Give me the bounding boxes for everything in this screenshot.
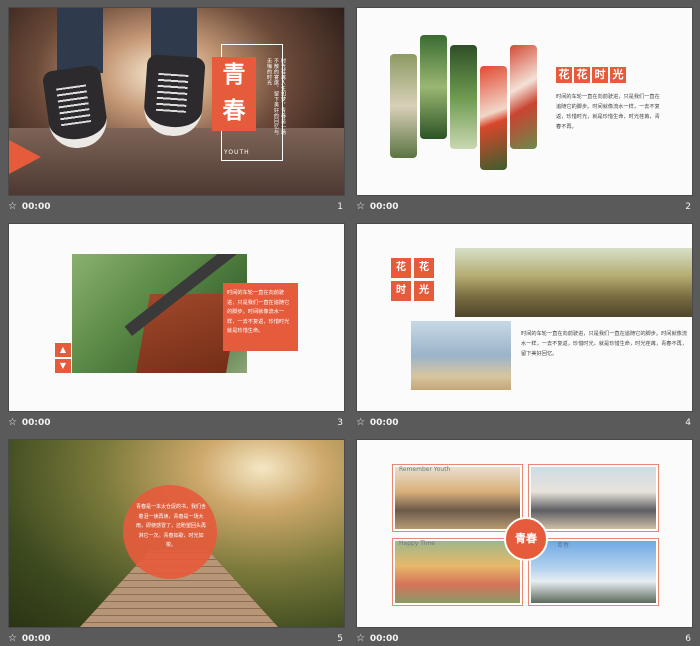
building-photo [72,254,247,373]
badge-char: 光 [610,67,626,83]
title-char-1: 青 [222,61,246,88]
slide-time: 00:00 [21,634,51,644]
star-icon: ☆ [356,417,365,428]
group-photo-3 [392,538,523,606]
slide-thumbnail-6[interactable]: Remember Youth Happy Time 青春 青春 [356,439,693,628]
slide-thumbnail-4[interactable]: 花 花 时 光 时间的车轮一直在向前驶进，只是我们一直在追随它的脚步。时间就像流… [356,223,693,412]
slide-meta-6: ☆ 00:00 6 [356,631,693,646]
slide-time: 00:00 [21,202,51,212]
slide-number: 3 [337,418,343,428]
vertical-caption: 时光荏苒人生如梦，青春是一场不散的宴席，留下美好的回忆与无悔的时光 [266,58,286,135]
slide-number: 2 [685,202,691,212]
badge-char: 光 [414,281,434,301]
caption-1: Remember Youth [399,466,451,473]
slide-number: 1 [337,202,343,212]
slide-meta-1: ☆ 00:00 1 [8,199,345,215]
title-box: 青 春 [212,57,256,131]
photo-strip-1 [390,54,417,158]
star-icon: ☆ [356,633,365,644]
photo-strip-5 [510,45,537,149]
slide-meta-2: ☆ 00:00 2 [356,199,693,215]
subtitle: YOUTH [224,149,250,156]
star-icon: ☆ [8,633,17,644]
slide-time: 00:00 [369,634,399,644]
title-char-2: 春 [222,97,246,124]
badge-char: 花 [574,67,590,83]
badge-char: 花 [391,258,411,278]
title-badges: 花 花 时 光 [391,258,434,304]
up-arrow-button[interactable]: ▲ [55,343,71,357]
text-card: 时间的车轮一直在向前驶进，只是我们一直在追随它的脚步。时间就像流水一样，一去不复… [223,283,298,351]
slide-thumbnail-2[interactable]: 花 花 时 光 时间的车轮一直在向前驶进，只是我们一直在追随它的脚步。时间就像流… [356,7,693,196]
slide-meta-3: ☆ 00:00 3 [8,415,345,431]
badge-char: 时 [391,281,411,301]
body-text: 时间的车轮一直在向前驶进，只是我们一直在追随它的脚步。时间就像流水一样，一去不复… [227,290,290,334]
beach-photo [411,321,511,390]
badge-char: 时 [592,67,608,83]
text-circle: 青春是一本太仓促的书，我们含着泪一读再读，青春是一场大雨，即使感冒了，还盼望回头… [123,485,217,579]
slide-number: 5 [337,634,343,644]
slide-meta-5: ☆ 00:00 5 [8,631,345,646]
slide-number: 6 [685,634,691,644]
slide-time: 00:00 [369,202,399,212]
photo-strip-2 [420,35,447,139]
group-photo-4 [528,538,659,606]
badge-char: 花 [414,258,434,278]
body-text: 时间的车轮一直在向前驶进，只是我们一直在追随它的脚步。时间就像流水一样，一去不复… [521,331,688,357]
slide-thumbnail-5[interactable]: 青春是一本太仓促的书，我们含着泪一读再读，青春是一场大雨，即使感冒了，还盼望回头… [8,439,345,628]
title-badges: 花 花 时 光 [556,67,626,83]
group-photo-1 [392,464,523,532]
slide-meta-4: ☆ 00:00 4 [356,415,693,431]
star-icon: ☆ [8,201,17,212]
center-circle: 青春 [504,517,548,561]
body-text: 青春是一本太仓促的书，我们含着泪一读再读，青春是一场大雨，即使感冒了，还盼望回头… [135,504,206,549]
slide-thumbnail-1[interactable]: 青 春 YOUTH 时光荏苒人生如梦，青春是一场不散的宴席，留下美好的回忆与无悔… [8,7,345,196]
orange-triangle [9,140,41,174]
photo-strip-3 [450,45,477,149]
slide-time: 00:00 [369,418,399,428]
star-icon: ☆ [8,417,17,428]
slide-number: 4 [685,418,691,428]
down-arrow-button[interactable]: ▼ [55,359,71,373]
group-photo-2 [528,464,659,532]
star-icon: ☆ [356,201,365,212]
photo-strip-4 [480,66,507,170]
body-text: 时间的车轮一直在向前驶进，只是我们一直在追随它的脚步。时间就像流水一样，一去不复… [556,94,660,130]
badge-char: 花 [556,67,572,83]
sneaker-right [142,54,206,138]
park-photo [455,248,692,317]
leg-left [57,8,103,73]
slide-thumbnail-3[interactable]: 时间的车轮一直在向前驶进，只是我们一直在追随它的脚步。时间就像流水一样，一去不复… [8,223,345,412]
caption-3: 青春 [557,542,570,549]
caption-2: Happy Time [399,540,435,547]
slide-time: 00:00 [21,418,51,428]
